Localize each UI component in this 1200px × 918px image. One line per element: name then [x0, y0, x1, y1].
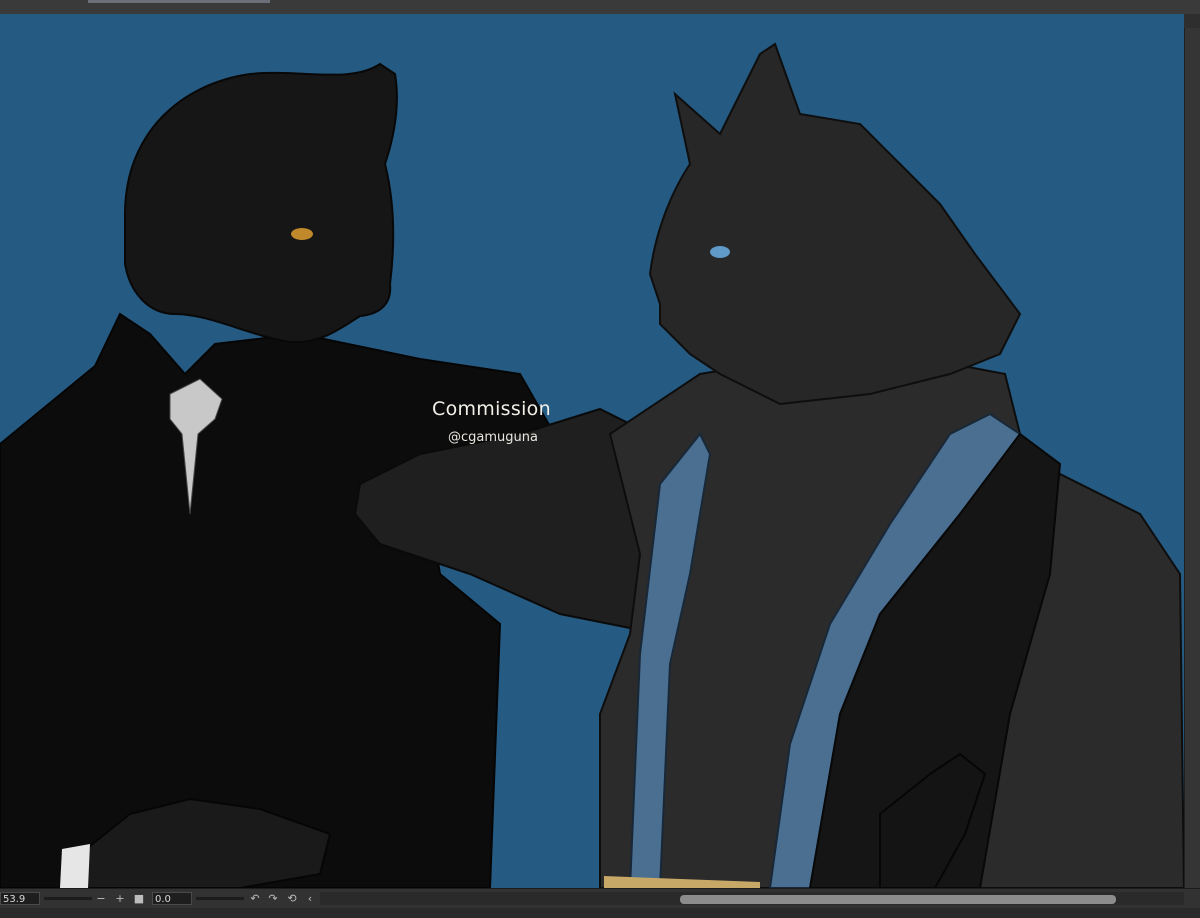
zoom-slider[interactable]	[44, 897, 92, 900]
drawing-canvas[interactable]: Commission @cgamuguna	[0, 14, 1200, 902]
rotate-right-icon[interactable]: ↷	[266, 891, 280, 906]
window-top-bar	[0, 0, 1200, 15]
plus-icon[interactable]: +	[113, 891, 127, 906]
panther-cuff	[60, 844, 90, 888]
rotation-field[interactable]: 0.0	[152, 892, 192, 905]
artwork-illustration	[0, 14, 1186, 888]
status-bar: 53.9 − + ■ 0.0 ↶ ↷ ⟲ ‹	[0, 888, 1200, 918]
vertical-scrollbar[interactable]	[1184, 28, 1200, 902]
cat-eye	[710, 246, 730, 258]
square-icon[interactable]: ■	[132, 891, 146, 906]
reset-icon[interactable]: ⟲	[285, 891, 299, 906]
horizontal-scrollbar[interactable]	[320, 892, 1184, 905]
rotate-left-icon[interactable]: ↶	[248, 891, 262, 906]
active-document-tab[interactable]	[88, 0, 270, 3]
horizontal-scrollbar-thumb[interactable]	[680, 895, 1116, 904]
minus-icon[interactable]: −	[94, 891, 108, 906]
rotation-slider[interactable]	[196, 897, 244, 900]
chevron-left-icon[interactable]: ‹	[303, 891, 317, 906]
panther-eye	[291, 228, 313, 240]
zoom-field[interactable]: 53.9	[0, 892, 40, 905]
